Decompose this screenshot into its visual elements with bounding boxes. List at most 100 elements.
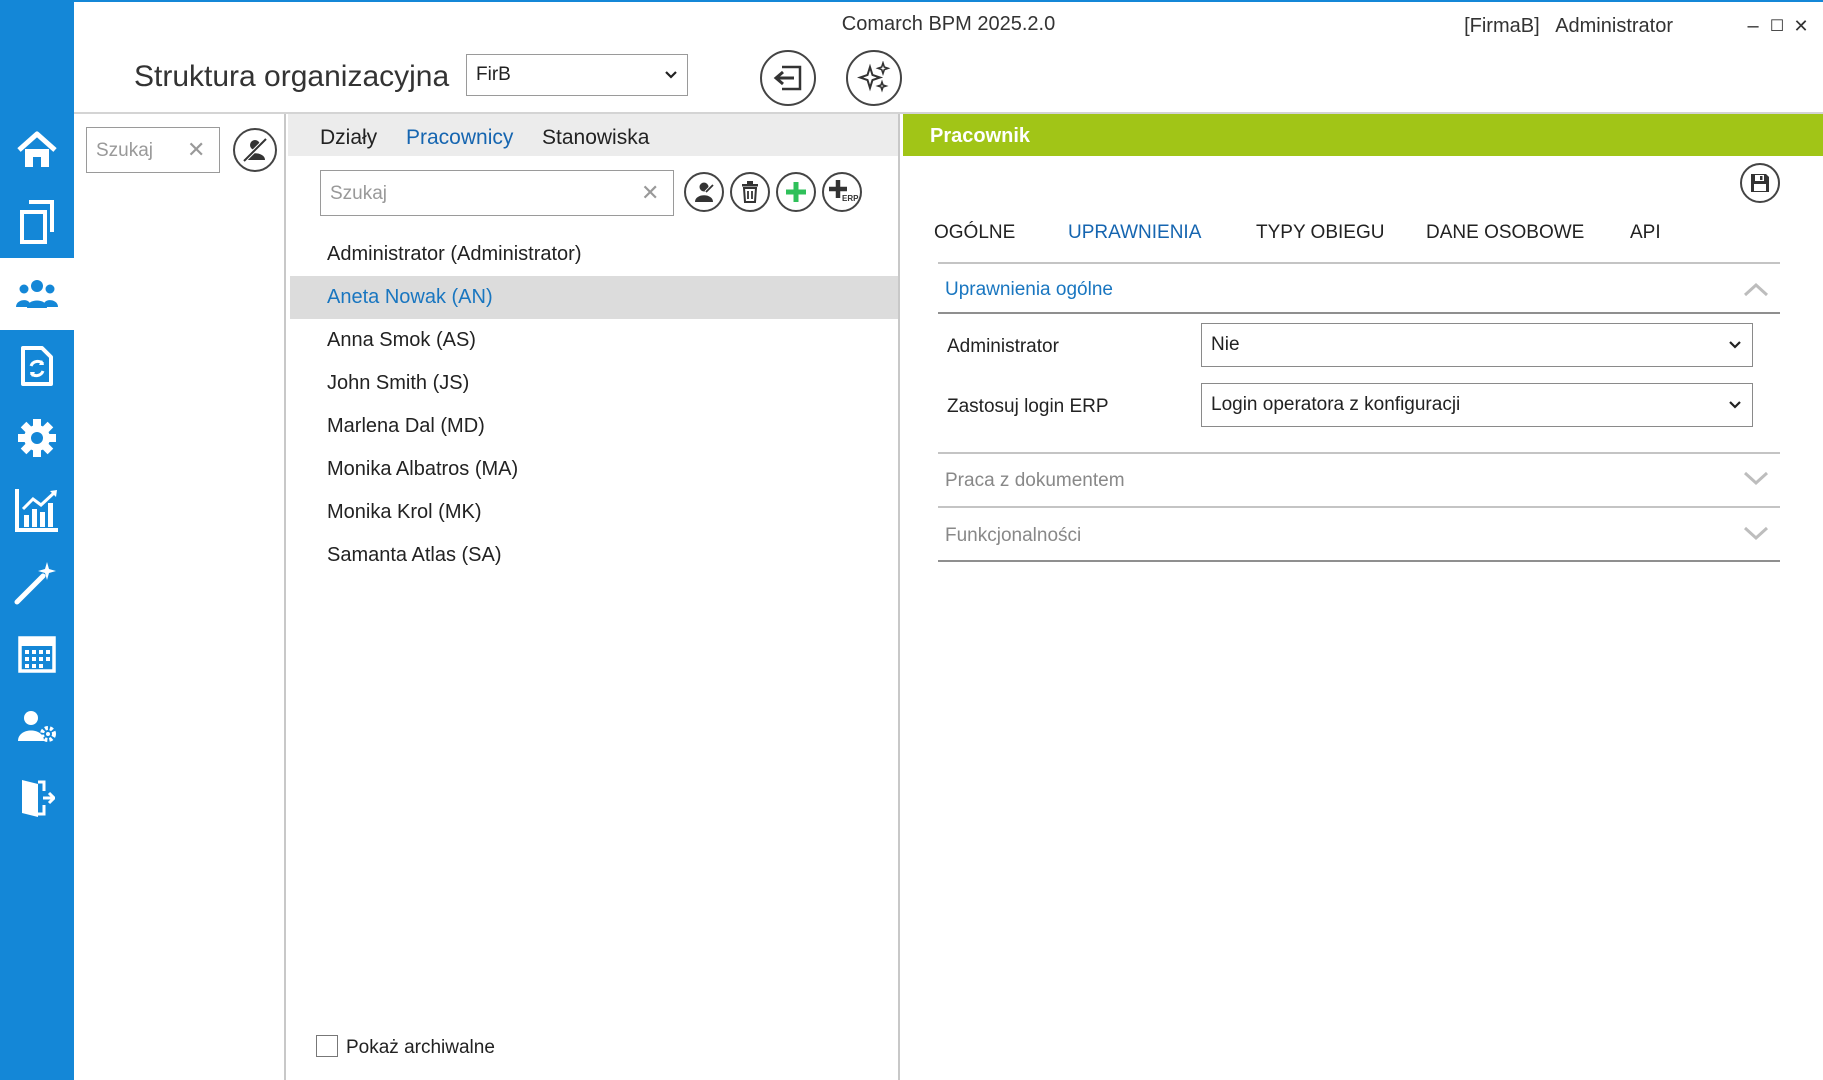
field-label-administrator: Administrator — [947, 336, 1059, 357]
trash-icon — [742, 181, 758, 203]
company-select[interactable]: FirB — [466, 54, 688, 96]
tab-departments[interactable]: Działy — [320, 126, 377, 150]
plus-icon — [786, 182, 806, 202]
clear-search-icon[interactable]: ✕ — [641, 180, 659, 206]
home-icon — [17, 131, 57, 167]
employee-name: Anna Smok (AS) — [327, 329, 476, 351]
chevron-down-icon[interactable] — [1741, 468, 1771, 488]
employee-name: John Smith (JS) — [327, 372, 470, 394]
list-item[interactable]: Monika Krol (MK) — [290, 491, 898, 534]
list-item[interactable]: Marlena Dal (MD) — [290, 405, 898, 448]
tab-permissions[interactable]: UPRAWNIENIA — [1068, 222, 1201, 244]
erp-badge: ERP — [842, 194, 859, 203]
tab-personal-data[interactable]: DANE OSOBOWE — [1426, 222, 1584, 244]
erp-login-select-value: Login operatora z konfiguracji — [1211, 394, 1461, 415]
clear-search-icon[interactable]: ✕ — [187, 137, 205, 163]
calendar-icon — [18, 636, 56, 673]
sidebar — [0, 0, 74, 1080]
nav-user-settings[interactable] — [0, 690, 74, 762]
list-item[interactable]: John Smith (JS) — [290, 362, 898, 405]
tabs-divider — [938, 262, 1780, 264]
tab-general[interactable]: OGÓLNE — [934, 222, 1015, 244]
nav-documents[interactable] — [0, 186, 74, 258]
nav-reports[interactable] — [0, 474, 74, 546]
list-item[interactable]: Monika Albatros (MA) — [290, 448, 898, 491]
employee-search-input[interactable]: Szukaj ✕ — [320, 170, 674, 216]
minimize-button[interactable]: – — [1741, 14, 1765, 38]
administrator-select[interactable]: Nie — [1201, 323, 1753, 367]
show-archived-label[interactable]: Pokaż archiwalne — [346, 1037, 495, 1059]
list-item[interactable]: Samanta Atlas (SA) — [290, 534, 898, 577]
left-search-placeholder: Szukaj — [96, 140, 154, 161]
tab-workflow-types[interactable]: TYPY OBIEGU — [1256, 222, 1384, 244]
save-icon — [1751, 174, 1769, 192]
chevron-down-icon — [1729, 341, 1741, 349]
user-slash-icon — [242, 137, 268, 163]
details-title: Pracownik — [930, 125, 1031, 147]
delete-button[interactable] — [730, 172, 770, 212]
documents-icon — [20, 200, 54, 244]
nav-wizard[interactable] — [0, 546, 74, 618]
section-functionalities[interactable]: Funkcjonalności — [945, 525, 1081, 547]
user-edit-icon — [695, 182, 715, 202]
tab-employees[interactable]: Pracownicy — [406, 126, 513, 150]
section-divider — [938, 560, 1780, 562]
no-manager-filter-button[interactable] — [233, 128, 277, 172]
section-divider — [938, 506, 1780, 508]
employee-name: Samanta Atlas (SA) — [327, 544, 502, 566]
document-sync-icon — [21, 346, 53, 386]
administrator-select-value: Nie — [1211, 334, 1240, 355]
employee-name: Administrator (Administrator) — [327, 243, 582, 265]
section-divider — [938, 452, 1780, 454]
erp-login-select[interactable]: Login operatora z konfiguracji — [1201, 383, 1753, 427]
chevron-down-icon — [665, 71, 677, 79]
assign-manager-button[interactable] — [684, 172, 724, 212]
user-info: [FirmaB] Administrator — [1464, 15, 1673, 38]
add-erp-employee-button[interactable]: ERP — [822, 172, 862, 212]
list-item[interactable]: Administrator (Administrator) — [290, 233, 898, 276]
employee-name: Monika Krol (MK) — [327, 501, 482, 523]
field-label-erp-login: Zastosuj login ERP — [947, 396, 1109, 417]
company-select-value: FirB — [476, 64, 511, 85]
nav-home[interactable] — [0, 114, 74, 186]
left-search-input[interactable]: Szukaj ✕ — [86, 127, 220, 173]
tab-positions[interactable]: Stanowiska — [542, 126, 649, 150]
left-filter-panel — [74, 114, 286, 1080]
nav-settings[interactable] — [0, 402, 74, 474]
list-item[interactable]: Anna Smok (AS) — [290, 319, 898, 362]
return-button[interactable] — [760, 50, 816, 106]
chevron-down-icon — [1729, 401, 1741, 409]
add-employee-button[interactable] — [776, 172, 816, 212]
section-general-permissions[interactable]: Uprawnienia ogólne — [945, 279, 1113, 301]
chart-icon — [15, 489, 58, 532]
employee-name: Aneta Nowak (AN) — [327, 286, 493, 308]
section-document-work[interactable]: Praca z dokumentem — [945, 470, 1125, 492]
maximize-button[interactable]: ☐ — [1765, 14, 1789, 38]
employee-name: Marlena Dal (MD) — [327, 415, 485, 437]
nav-logout[interactable] — [0, 762, 74, 834]
section-divider — [938, 312, 1780, 314]
window-border — [74, 0, 1823, 2]
sparkles-icon — [857, 61, 891, 93]
magic-wand-icon — [14, 562, 56, 605]
nav-document-sync[interactable] — [0, 330, 74, 402]
details-header — [903, 114, 1823, 156]
page-title: Struktura organizacyjna — [134, 60, 450, 93]
chevron-up-icon[interactable] — [1741, 280, 1771, 300]
user-name[interactable]: Administrator — [1555, 15, 1673, 37]
user-settings-icon — [18, 711, 56, 742]
return-icon — [773, 65, 802, 91]
chevron-down-icon[interactable] — [1741, 523, 1771, 543]
employee-search-placeholder: Szukaj — [330, 183, 388, 204]
nav-users[interactable] — [0, 258, 74, 330]
ai-assistant-button[interactable] — [846, 50, 902, 106]
list-item-selected[interactable]: Aneta Nowak (AN) — [290, 276, 898, 319]
nav-calendar[interactable] — [0, 618, 74, 690]
close-button[interactable]: ✕ — [1789, 14, 1813, 38]
show-archived-checkbox[interactable] — [316, 1035, 338, 1057]
gear-icon — [18, 419, 56, 457]
save-button[interactable] — [1740, 163, 1780, 203]
tab-api[interactable]: API — [1630, 222, 1661, 244]
employee-name: Monika Albatros (MA) — [327, 458, 519, 480]
exit-icon — [22, 780, 55, 817]
